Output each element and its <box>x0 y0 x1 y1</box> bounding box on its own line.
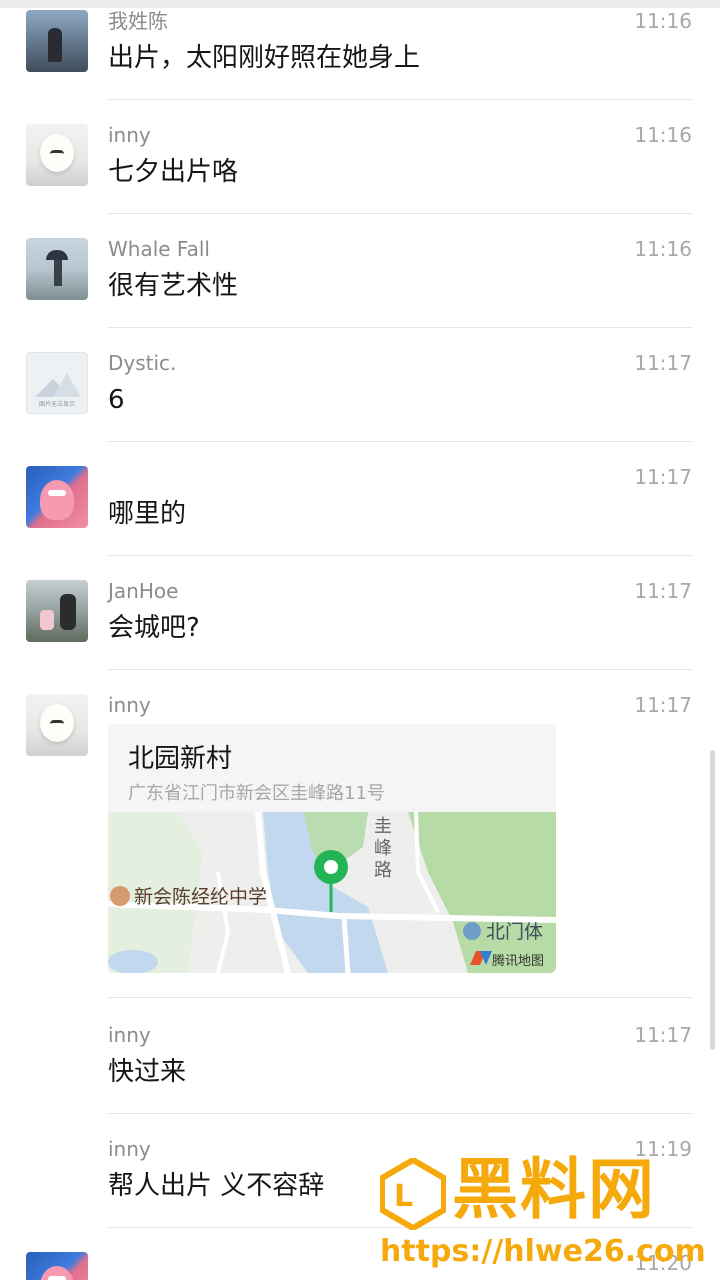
divider <box>108 555 692 556</box>
message-item[interactable]: inny 11:16 七夕出片咯 <box>0 114 720 214</box>
divider <box>108 997 692 998</box>
message-text: 快过来 <box>108 1057 187 1087</box>
divider <box>108 327 692 328</box>
message-time: 11:16 <box>634 237 692 261</box>
road-label-char: 峰 <box>374 838 392 859</box>
location-map[interactable]: 圭 峰 路 新会陈经纶中学 北门体 腾讯地图 <box>108 812 556 973</box>
watermark: L 黑料网 https://hlwe26.com <box>380 1151 710 1272</box>
message-text: 出片，太阳刚好照在她身上 <box>108 43 421 73</box>
watermark-logo-icon: L <box>380 1158 446 1230</box>
message-text: 哪里的 <box>108 499 187 529</box>
avatar[interactable] <box>26 238 88 300</box>
avatar[interactable] <box>26 466 88 528</box>
message-item[interactable]: 11:17 哪里的 <box>0 456 720 556</box>
avatar[interactable] <box>26 10 88 72</box>
message-time: 11:17 <box>634 579 692 603</box>
message-item[interactable]: Whale Fall 11:16 很有艺术性 <box>0 228 720 328</box>
road-label-vertical: 圭 峰 路 <box>374 816 392 881</box>
sender-name: JanHoe <box>108 579 179 603</box>
avatar[interactable] <box>26 1252 88 1280</box>
message-item[interactable]: JanHoe 11:17 会城吧? <box>0 570 720 670</box>
divider <box>108 669 692 670</box>
location-name: 北园新村 <box>128 744 233 774</box>
placeholder-caption: 图片无法显示 <box>38 401 75 408</box>
watermark-logo-text: 黑料网 <box>452 1151 656 1228</box>
message-text: 七夕出片咯 <box>108 157 239 187</box>
location-address: 广东省江门市新会区圭峰路11号 <box>128 783 385 804</box>
divider <box>108 1113 692 1114</box>
divider <box>108 99 692 100</box>
sender-name: 我姓陈 <box>108 9 168 33</box>
sender-name: inny <box>108 123 151 147</box>
message-text: 帮人出片 义不容辞 <box>108 1171 325 1201</box>
location-header: 北园新村 广东省江门市新会区圭峰路11号 <box>108 724 556 812</box>
message-text: 很有艺术性 <box>108 271 239 301</box>
school-poi[interactable]: 新会陈经纶中学 <box>110 886 267 908</box>
avatar[interactable] <box>26 124 88 186</box>
message-time: 11:17 <box>634 351 692 375</box>
message-time: 11:16 <box>634 9 692 33</box>
message-time: 11:17 <box>634 465 692 489</box>
map-water <box>108 950 158 973</box>
sender-name: Whale Fall <box>108 237 210 261</box>
message-time: 11:17 <box>634 1023 692 1047</box>
avatar[interactable] <box>26 580 88 642</box>
scrollbar[interactable] <box>710 750 715 1050</box>
avatar[interactable] <box>26 694 88 756</box>
message-item[interactable]: 我姓陈 11:16 出片，太阳刚好照在她身上 <box>0 0 720 100</box>
avatar-placeholder[interactable]: 图片无法显示 <box>26 352 88 414</box>
road-label-char: 圭 <box>374 816 392 837</box>
location-card[interactable]: 北园新村 广东省江门市新会区圭峰路11号 圭 峰 路 新会陈经纶中学 北门体 腾… <box>108 724 556 973</box>
place-icon <box>463 922 481 940</box>
message-time: 11:16 <box>634 123 692 147</box>
divider <box>108 213 692 214</box>
school-label: 新会陈经纶中学 <box>134 886 267 908</box>
sender-name: Dystic. <box>108 351 177 375</box>
map-provider-label: 腾讯地图 <box>492 953 544 969</box>
sender-name: inny <box>108 1137 151 1161</box>
sender-name: inny <box>108 693 151 717</box>
divider <box>108 441 692 442</box>
message-time: 11:17 <box>634 693 692 717</box>
place-label: 北门体 <box>486 921 543 943</box>
watermark-url: https://hlwe26.com <box>380 1234 706 1269</box>
message-text: 6 <box>108 385 125 415</box>
school-icon <box>110 886 130 906</box>
message-text: 会城吧? <box>108 613 200 643</box>
message-item[interactable]: 图片无法显示 Dystic. 11:17 6 <box>0 342 720 442</box>
message-item[interactable]: inny 11:17 快过来 <box>0 1014 720 1114</box>
svg-text:L: L <box>394 1179 413 1214</box>
sender-name: inny <box>108 1023 151 1047</box>
road-label-char: 路 <box>374 860 392 881</box>
